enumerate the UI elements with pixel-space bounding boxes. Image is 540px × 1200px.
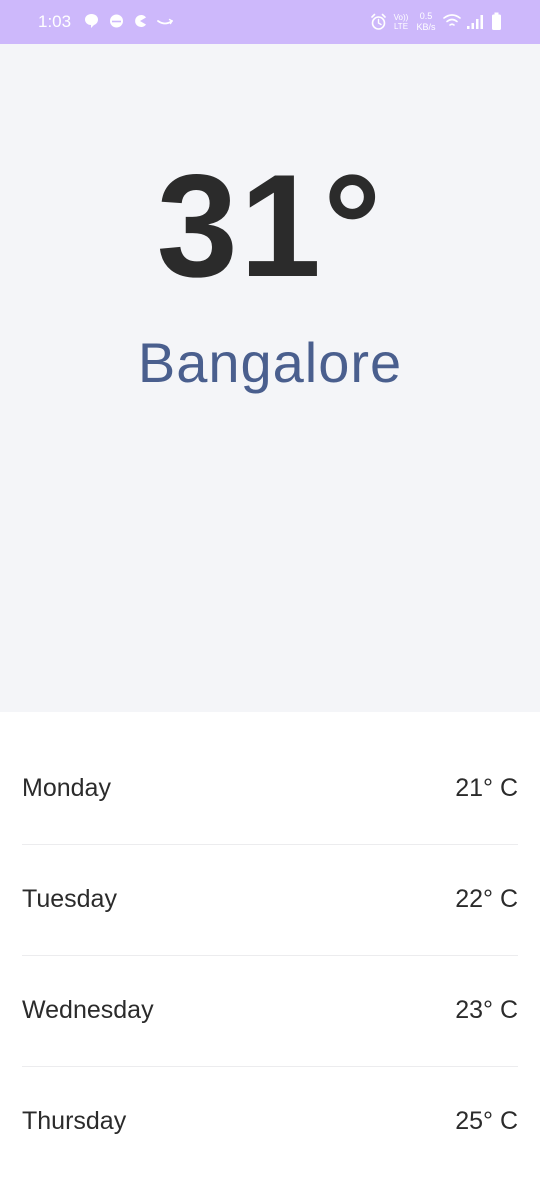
signal-icon — [467, 15, 483, 29]
status-time: 1:03 — [38, 12, 72, 31]
forecast-row[interactable]: Thursday 25° C — [22, 1067, 518, 1178]
forecast-row[interactable]: Monday 21° C — [22, 734, 518, 845]
forecast-temp: 25° C — [455, 1107, 518, 1135]
forecast-day: Wednesday — [22, 996, 154, 1024]
forecast-temp: 22° C — [455, 885, 518, 913]
forecast-day: Tuesday — [22, 885, 117, 913]
network-speed-unit: KB/s — [416, 22, 436, 32]
volte-bottom-label: LTE — [393, 22, 409, 31]
forecast-row[interactable]: Tuesday 22° C — [22, 845, 518, 956]
forecast-temp: 21° C — [455, 774, 518, 802]
current-temperature: 31° — [156, 144, 384, 307]
pacman-icon — [135, 15, 146, 27]
status-bar: 1:03 Vo)) LTE 0.5 KB/s — [0, 0, 540, 44]
forecast-day: Monday — [22, 774, 111, 802]
messenger-icon — [110, 14, 123, 28]
forecast-temp: 23° C — [455, 996, 518, 1024]
city-name: Bangalore — [137, 331, 403, 394]
battery-icon — [492, 12, 501, 30]
forecast-list: Monday 21° C Tuesday 22° C Wednesday 23°… — [22, 734, 518, 1178]
forecast-day: Thursday — [22, 1107, 127, 1135]
network-speed-value: 0.5 — [419, 11, 433, 21]
current-weather-panel: 31° Bangalore — [0, 44, 540, 712]
forecast-row[interactable]: Wednesday 23° C — [22, 956, 518, 1067]
wifi-icon — [443, 14, 461, 26]
amazon-icon — [157, 18, 173, 25]
chat-icon — [85, 14, 98, 28]
volte-top-label: Vo)) — [393, 13, 409, 22]
alarm-icon — [371, 13, 386, 30]
